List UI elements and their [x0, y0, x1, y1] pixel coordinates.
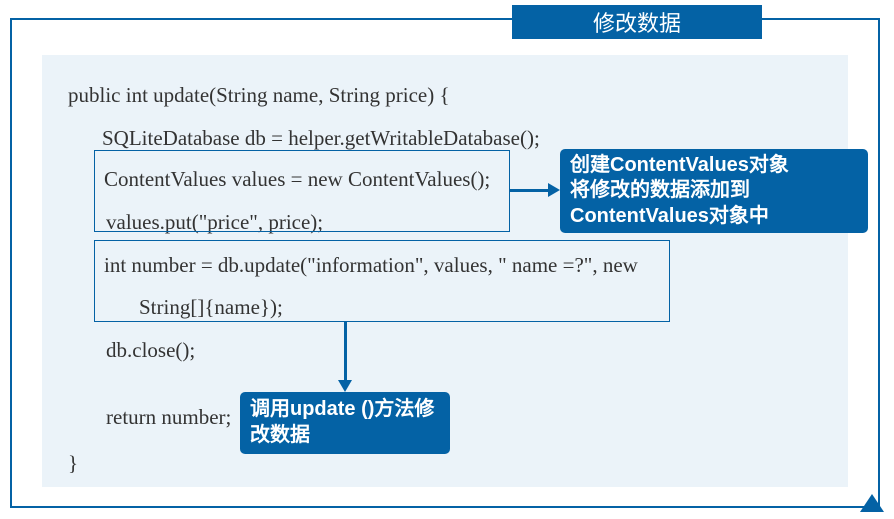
highlight-box-2: [94, 240, 670, 322]
arrow-2-head: [338, 380, 352, 392]
callout2-line1: 调用update ()方法修: [250, 397, 440, 423]
arrow-1-head: [548, 183, 560, 197]
callout-contentvalues: 创建ContentValues对象 将修改的数据添加到 ContentValue…: [560, 149, 868, 233]
highlight-box-1: [94, 150, 510, 232]
callout1-line3: ContentValues对象中: [570, 204, 858, 230]
arrow-2-line: [344, 322, 347, 382]
arrow-1-line: [510, 189, 550, 192]
corner-triangle-icon: [860, 494, 884, 512]
title-badge: 修改数据: [512, 5, 762, 39]
callout1-line2: 将修改的数据添加到: [570, 178, 858, 204]
code-line-9: }: [68, 451, 78, 476]
callout2-line2: 改数据: [250, 423, 440, 449]
callout1-line1: 创建ContentValues对象: [570, 153, 858, 179]
title-text: 修改数据: [593, 6, 681, 38]
code-line-7: db.close();: [106, 338, 195, 363]
code-line-1: public int update(String name, String pr…: [68, 83, 450, 108]
callout-update: 调用update ()方法修 改数据: [240, 392, 450, 454]
code-line-8: return number;: [106, 405, 231, 430]
code-line-2: SQLiteDatabase db = helper.getWritableDa…: [102, 126, 540, 151]
